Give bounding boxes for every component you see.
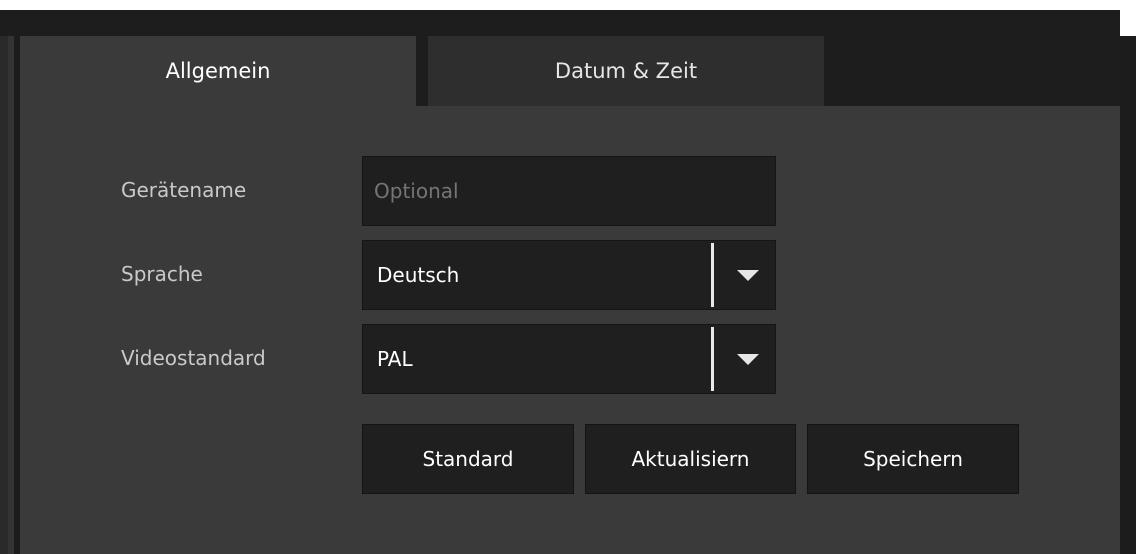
tab-datum-zeit[interactable]: Datum & Zeit [428,36,824,106]
save-button[interactable]: Speichern [807,424,1019,494]
tab-strip: Allgemein Datum & Zeit [14,36,1120,106]
video-standard-label: Videostandard [121,346,266,370]
device-name-input[interactable] [362,156,776,226]
device-name-label: Gerätename [121,178,247,202]
refresh-button[interactable]: Aktualisiern [585,424,796,494]
settings-panel: Gerätename Sprache Deutsch Videostandard… [20,106,1120,554]
language-label: Sprache [121,262,203,286]
title-strip [0,10,1120,36]
tab-datum-zeit-label: Datum & Zeit [554,59,698,83]
tab-allgemein[interactable]: Allgemein [20,36,416,106]
default-button[interactable]: Standard [362,424,574,494]
language-value: Deutsch [377,263,460,287]
default-button-label: Standard [422,447,514,471]
left-edge [0,36,14,554]
video-standard-value: PAL [377,347,413,371]
chevron-down-icon[interactable] [737,270,759,281]
video-standard-select-divider [711,327,714,391]
language-select-divider [711,243,714,307]
tab-allgemein-label: Allgemein [165,59,271,83]
language-select[interactable]: Deutsch [362,240,776,310]
save-button-label: Speichern [863,447,963,471]
chevron-down-icon[interactable] [737,354,759,365]
refresh-button-label: Aktualisiern [631,447,750,471]
video-standard-select[interactable]: PAL [362,324,776,394]
